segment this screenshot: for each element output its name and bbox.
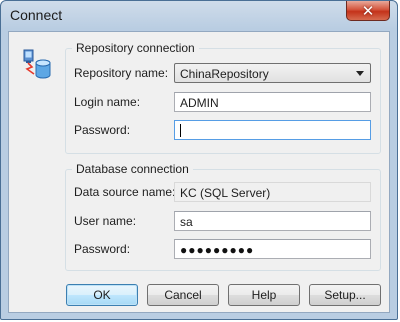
- database-connection-legend: Database connection: [72, 162, 193, 176]
- repository-password-field[interactable]: [174, 120, 371, 140]
- close-icon: ✕: [361, 2, 375, 20]
- database-password-mask: ●●●●●●●●●: [180, 243, 255, 257]
- repository-password-label: Password:: [74, 123, 131, 137]
- login-name-label: Login name:: [74, 95, 141, 109]
- database-password-field[interactable]: ●●●●●●●●●: [174, 239, 371, 259]
- ok-button[interactable]: OK: [66, 284, 138, 306]
- help-button[interactable]: Help: [228, 284, 300, 306]
- database-connect-icon: [23, 49, 51, 79]
- ok-button-label: OK: [93, 288, 111, 302]
- connect-dialog: Connect ✕ Repository connection Reposito…: [0, 0, 398, 320]
- title-bar[interactable]: Connect ✕: [1, 1, 397, 31]
- window-title: Connect: [10, 7, 63, 23]
- setup-button[interactable]: Setup...: [309, 284, 381, 306]
- user-name-field[interactable]: sa: [174, 211, 371, 231]
- cancel-button[interactable]: Cancel: [147, 284, 219, 306]
- dialog-body: Repository connection Repository name: C…: [8, 31, 390, 313]
- login-name-value: ADMIN: [180, 96, 219, 110]
- data-source-name-label: Data source name:: [74, 185, 176, 199]
- help-button-label: Help: [251, 288, 277, 302]
- data-source-name-field: KC (SQL Server): [174, 182, 371, 202]
- repository-connection-legend: Repository connection: [72, 41, 199, 55]
- cancel-button-label: Cancel: [164, 288, 202, 302]
- repository-name-value: ChinaRepository: [180, 67, 269, 81]
- close-button[interactable]: ✕: [346, 1, 390, 21]
- repository-name-select[interactable]: ChinaRepository: [174, 63, 371, 83]
- database-password-label: Password:: [74, 242, 131, 256]
- user-name-value: sa: [180, 215, 193, 229]
- repository-name-label: Repository name:: [74, 66, 169, 80]
- data-source-name-value: KC (SQL Server): [180, 186, 271, 200]
- login-name-field[interactable]: ADMIN: [174, 92, 371, 112]
- setup-button-label: Setup...: [324, 288, 366, 302]
- user-name-label: User name:: [74, 214, 137, 228]
- chevron-down-icon[interactable]: [356, 71, 364, 76]
- text-caret: [180, 124, 181, 137]
